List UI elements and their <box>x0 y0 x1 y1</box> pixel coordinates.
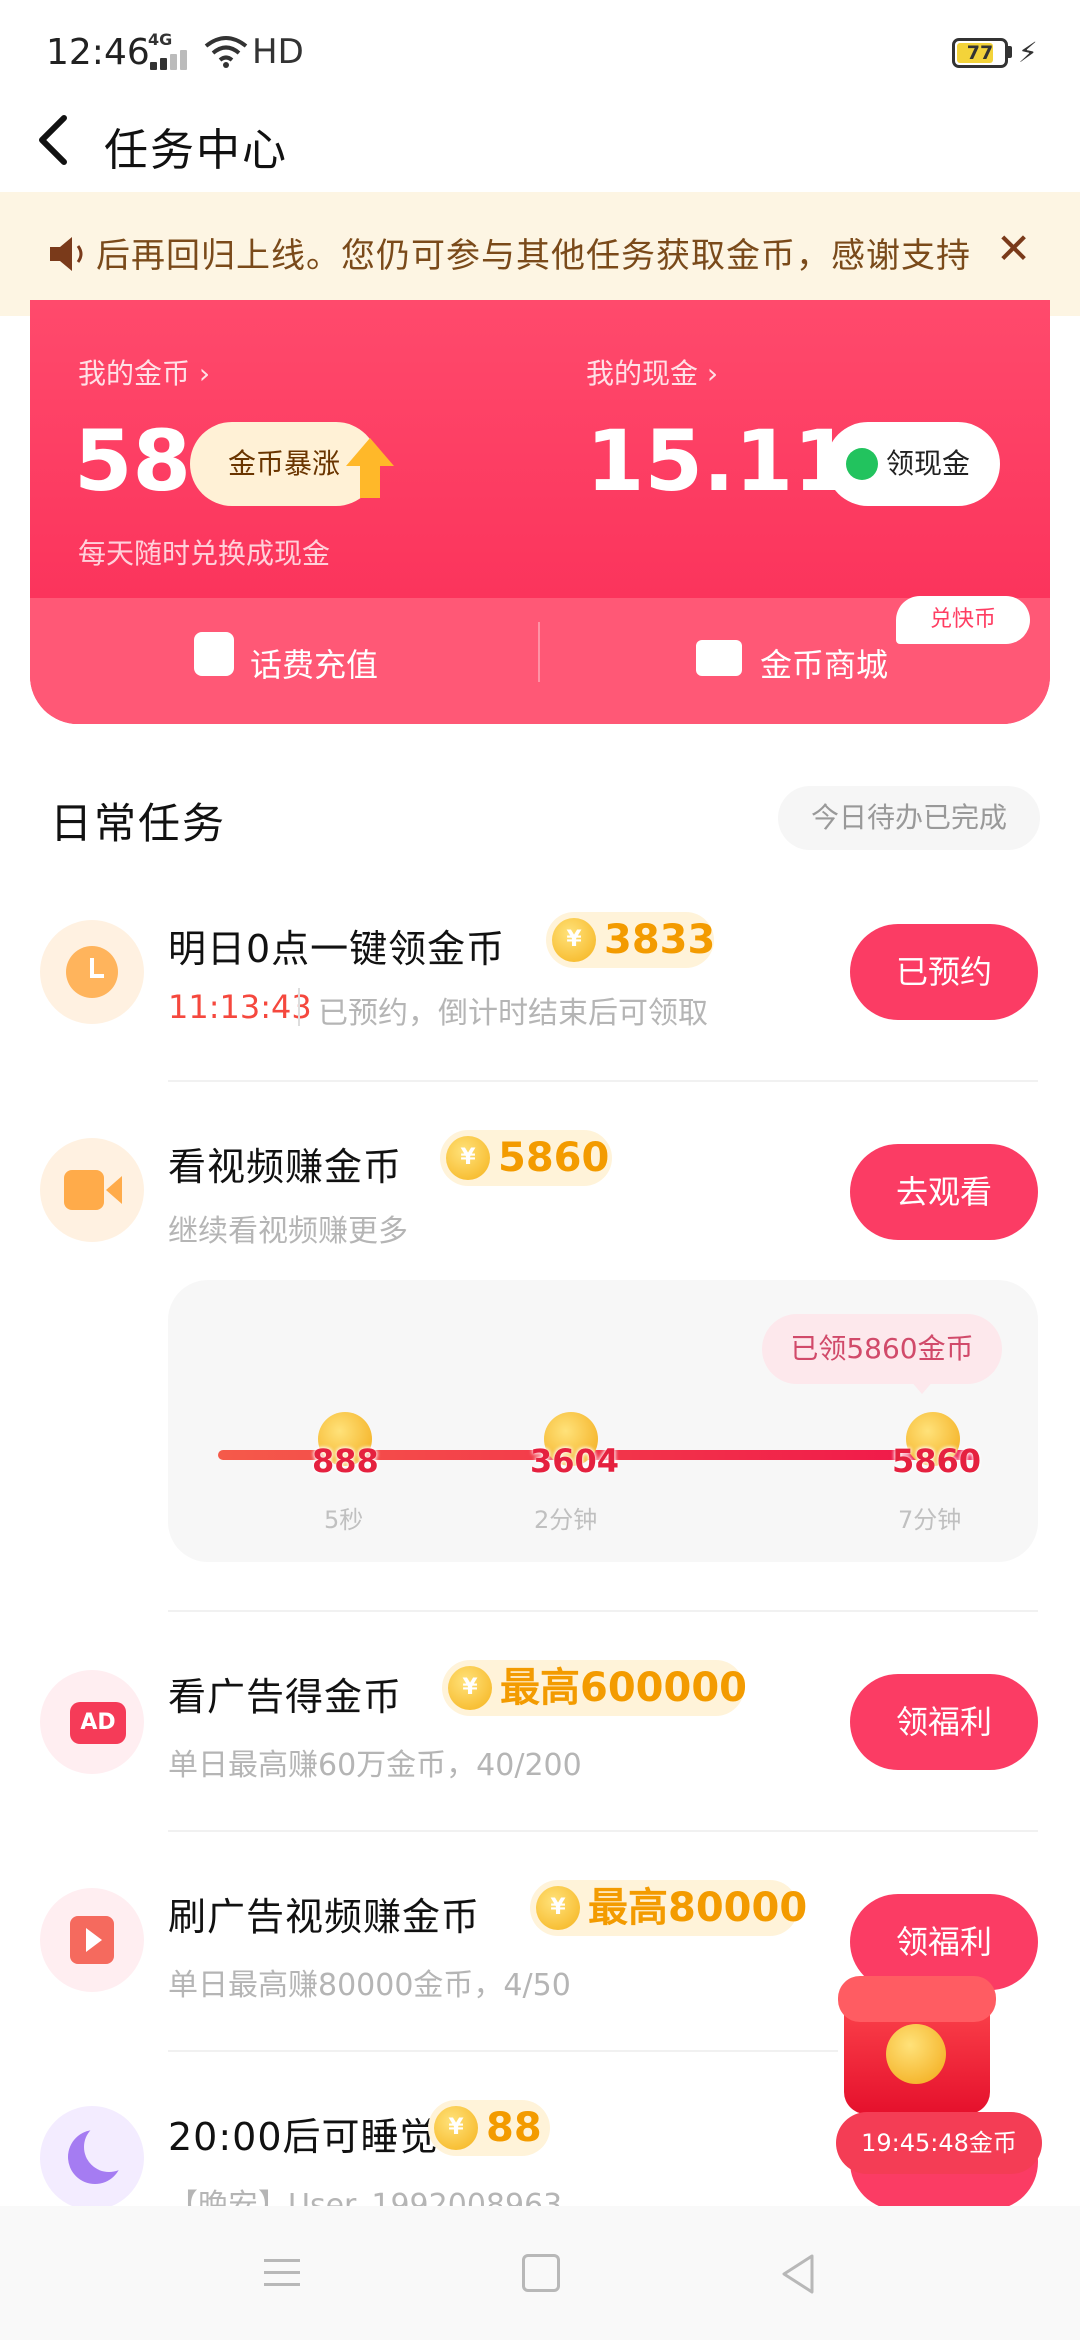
coin-icon <box>446 1136 490 1180</box>
coin-reward-pill: 最高600000 <box>442 1660 747 1716</box>
floating-timer: 19:45:48金币 <box>861 2129 1017 2157</box>
claimed-bubble-tip <box>910 1380 934 1394</box>
status-time: 12:46 <box>46 32 150 73</box>
reserved-button[interactable]: 已预约 <box>850 924 1038 1020</box>
claim-welfare-button-label: 领福利 <box>895 1703 992 1741</box>
coin-reward: 3833 <box>604 917 716 963</box>
coin-reward-pill: 5860 <box>440 1130 612 1186</box>
battery-icon: 77 <box>952 38 1008 68</box>
task-title: 20:00后可睡觉 <box>168 2115 439 2159</box>
pending-status-label: 今日待办已完成 <box>810 801 1007 834</box>
coin-icon <box>552 918 596 962</box>
withdraw-cash-button[interactable]: 领现金 <box>826 422 1000 506</box>
task-title: 刷广告视频赚金币 <box>168 1895 481 1939</box>
red-packet-coin-icon <box>886 2024 946 2084</box>
task-divider <box>168 1610 1038 1612</box>
milestone-value: 5860 <box>892 1442 982 1480</box>
mall-badge: 兑快币 <box>896 596 1030 644</box>
coin-reward-pill: 3833 <box>546 912 716 968</box>
task-subtitle: 已预约，倒计时结束后可领取 <box>318 996 708 1031</box>
back-arrow-icon[interactable] <box>34 112 74 168</box>
task-divider <box>168 1830 1038 1832</box>
status-bar: 12:46 4G HD 77 ⚡ <box>0 0 1080 100</box>
coin-icon <box>536 1886 580 1930</box>
coin-mall-icon <box>696 640 742 676</box>
daily-tasks-title: 日常任务 <box>50 799 227 848</box>
clock-icon <box>40 920 144 1024</box>
task-subtitle: 单日最高赚80000金币，4/50 <box>168 1968 571 2003</box>
notice-close-icon[interactable]: ✕ <box>996 224 1031 273</box>
network-type: 4G <box>148 30 173 49</box>
countdown-separator <box>298 988 300 1026</box>
wechat-check-icon <box>846 448 878 480</box>
coin-icon <box>448 1666 492 1710</box>
claimed-label: 已领5860金币 <box>790 1332 974 1365</box>
surge-arrow-icon <box>346 438 394 498</box>
wifi-icon <box>204 36 248 68</box>
coin-reward-pill: 最高80000 <box>530 1880 807 1936</box>
coins-value: 58 <box>74 412 191 510</box>
mall-badge-label: 兑快币 <box>929 607 996 632</box>
page-title: 任务中心 <box>104 125 288 176</box>
coin-reward: 最高600000 <box>500 1665 747 1711</box>
claim-welfare-button[interactable]: 领福利 <box>850 1674 1038 1770</box>
task-divider <box>168 2050 838 2052</box>
battery-tip <box>1008 46 1012 58</box>
coin-reward: 5860 <box>498 1135 610 1181</box>
coin-icon <box>434 2106 478 2150</box>
video-icon <box>40 1138 144 1242</box>
phone-recharge-button[interactable]: 话费充值 <box>250 640 378 686</box>
withdraw-cash-label: 领现金 <box>886 447 971 480</box>
milestone-time: 7分钟 <box>898 1506 962 1534</box>
wallet-card: 我的金币 › 58 金币暴涨 我的现金 › 15.11 领现金 每天随时兑换成现… <box>30 300 1050 724</box>
task-subtitle: 单日最高赚60万金币，40/200 <box>168 1748 582 1783</box>
task-center-screen: 12:46 4G HD 77 ⚡ 任务中心 后再回归上线。您仍可参与其他任务获取… <box>0 0 1080 2340</box>
milestone-time: 2分钟 <box>534 1506 598 1534</box>
cash-value: 15.11 <box>586 412 852 510</box>
charging-icon: ⚡ <box>1018 36 1038 69</box>
notice-banner: 后再回归上线。您仍可参与其他任务获取金币，感谢支持 ✕ <box>0 192 1080 316</box>
reserved-button-label: 已预约 <box>895 953 992 991</box>
milestone-time: 5秒 <box>324 1506 364 1534</box>
watch-video-button-label: 去观看 <box>895 1173 992 1211</box>
hd-indicator: HD <box>252 32 304 72</box>
shortcut-divider <box>538 622 540 682</box>
red-packet-lid <box>838 1976 996 2022</box>
speaker-icon <box>50 237 83 271</box>
milestone-value: 3604 <box>530 1442 620 1480</box>
task-title: 看视频赚金币 <box>168 1145 403 1189</box>
notice-text: 后再回归上线。您仍可参与其他任务获取金币，感谢支持 <box>96 236 971 276</box>
moon-icon <box>40 2106 144 2210</box>
coin-reward: 88 <box>486 2105 542 2151</box>
menu-icon[interactable] <box>262 2256 302 2290</box>
task-divider <box>168 1080 1038 1082</box>
ad-video-icon <box>40 1888 144 1992</box>
my-cash-link[interactable]: 我的现金 › <box>586 352 718 392</box>
task-subtitle: 继续看视频赚更多 <box>168 1214 408 1249</box>
coin-reward: 最高80000 <box>588 1885 808 1931</box>
milestone-value: 888 <box>312 1442 379 1480</box>
ad-badge-label: AD <box>80 1710 116 1735</box>
home-icon[interactable] <box>522 2254 560 2292</box>
phone-recharge-icon <box>194 632 234 676</box>
coin-mall-button[interactable]: 金币商城 <box>760 640 888 686</box>
coin-reward-pill: 88 <box>428 2100 550 2156</box>
my-coins-link[interactable]: 我的金币 › <box>78 352 210 392</box>
floating-timer-pill[interactable]: 19:45:48金币 <box>836 2112 1042 2174</box>
task-title: 看广告得金币 <box>168 1675 403 1719</box>
pending-status-pill: 今日待办已完成 <box>778 786 1040 850</box>
ad-badge: AD <box>70 1702 126 1744</box>
task-title: 明日0点一键领金币 <box>168 927 506 971</box>
signal-icon <box>150 50 192 70</box>
back-triangle-icon[interactable] <box>778 2252 818 2296</box>
exchange-hint: 每天随时兑换成现金 <box>78 537 331 570</box>
watch-video-button[interactable]: 去观看 <box>850 1144 1038 1240</box>
claimed-bubble: 已领5860金币 <box>762 1314 1002 1384</box>
countdown-timer: 11:13:43 <box>168 988 312 1026</box>
battery-level: 77 <box>966 42 994 64</box>
